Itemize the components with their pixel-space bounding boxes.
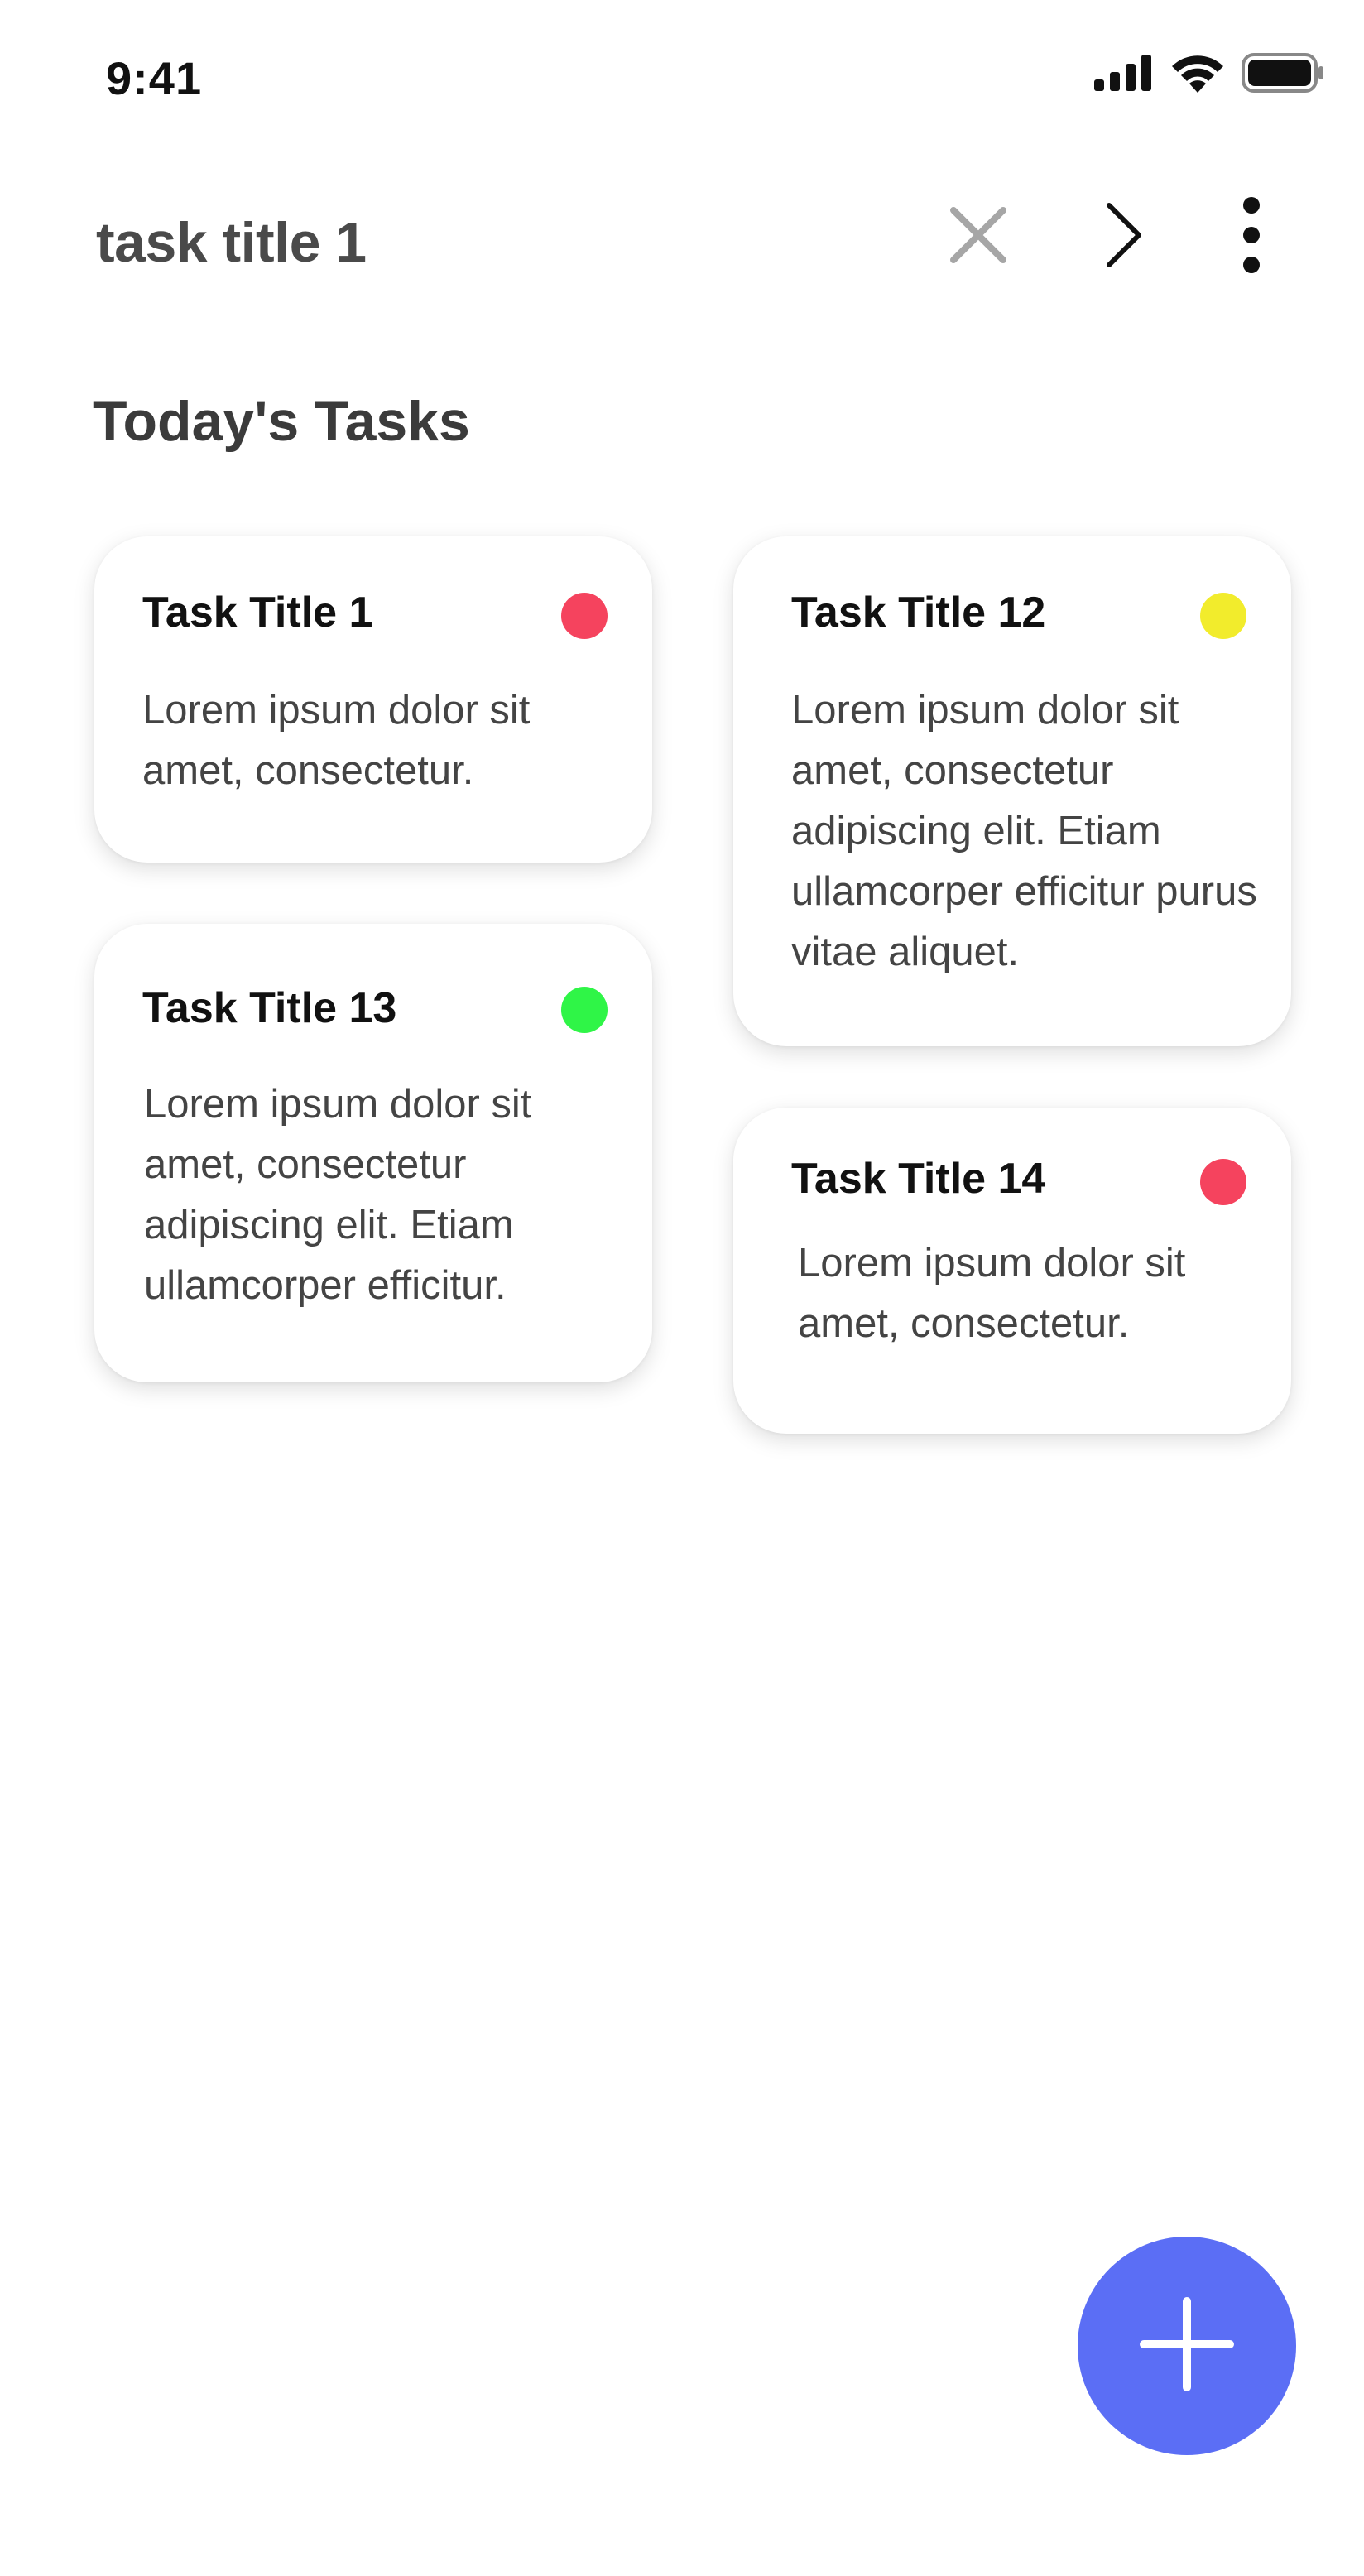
close-icon [949,205,1008,269]
plus-icon [1139,2296,1235,2396]
status-dot [561,987,608,1033]
search-input[interactable]: task title 1 [96,210,367,275]
task-card[interactable]: Task Title 1 Lorem ipsum dolor sit amet,… [94,536,652,863]
task-title: Task Title 14 [791,1155,1046,1203]
task-title: Task Title 1 [142,589,373,637]
task-card[interactable]: Task Title 13 Lorem ipsum dolor sit amet… [94,924,652,1382]
battery-icon [1242,52,1324,97]
task-card[interactable]: Task Title 14 Lorem ipsum dolor sit amet… [733,1108,1291,1434]
more-options-button[interactable] [1210,195,1293,278]
chevron-right-icon [1104,202,1144,272]
status-time: 9:41 [106,52,203,104]
status-dot [1200,593,1246,639]
task-title: Task Title 13 [142,984,397,1032]
signal-icon [1094,54,1154,95]
section-title: Today's Tasks [93,390,470,453]
task-description: Lorem ipsum dolor sit amet, consectetur … [791,688,1257,974]
task-description: Lorem ipsum dolor sit amet, consectetur … [144,1082,532,1308]
task-description: Lorem ipsum dolor sit amet, consectetur. [142,688,531,793]
wifi-icon [1170,53,1225,97]
clear-button[interactable] [937,195,1020,278]
task-description: Lorem ipsum dolor sit amet, consectetur. [798,1241,1186,1346]
task-title: Task Title 12 [791,589,1046,637]
add-task-button[interactable] [1078,2237,1296,2455]
task-card[interactable]: Task Title 12 Lorem ipsum dolor sit amet… [733,536,1291,1046]
next-button[interactable] [1083,195,1165,278]
more-vertical-icon [1242,196,1261,277]
status-dot [561,593,608,639]
status-dot [1200,1159,1246,1205]
status-icons [1094,51,1324,98]
